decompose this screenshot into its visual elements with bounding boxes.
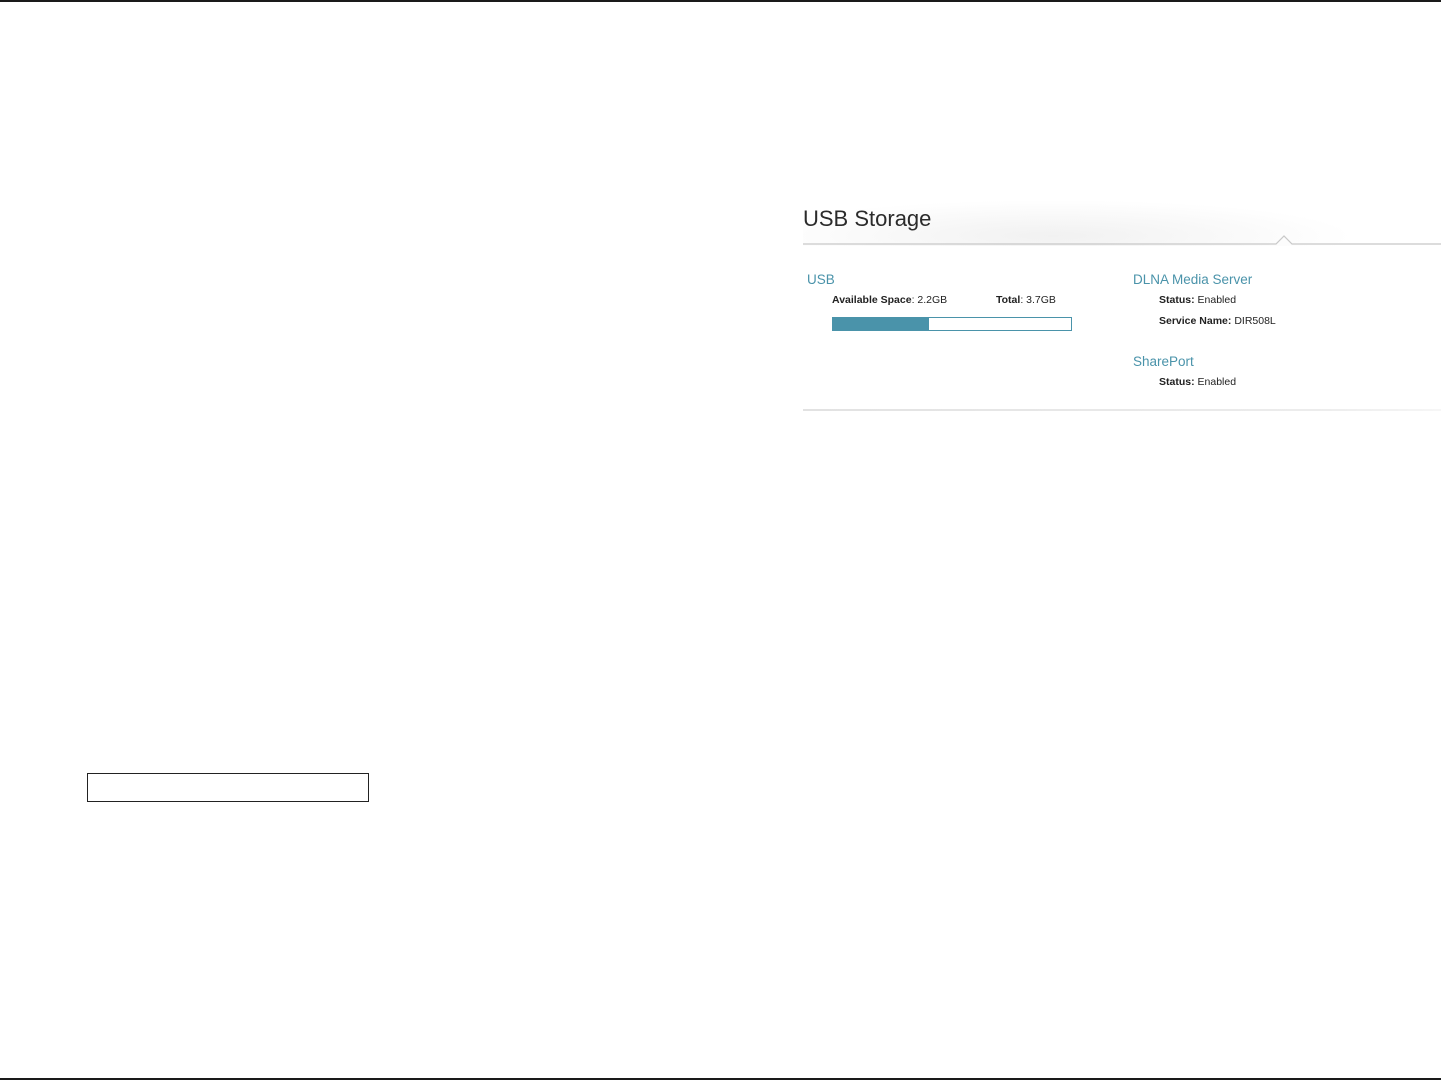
total-field: Total: 3.7GB — [996, 294, 1056, 306]
page-bottom-rule — [0, 1078, 1441, 1080]
dlna-status-field: Status: Enabled — [1159, 294, 1236, 306]
usb-usage-fill — [833, 318, 930, 330]
total-value: 3.7GB — [1026, 294, 1056, 306]
shareport-section-title: SharePort — [1133, 354, 1194, 369]
panel-header: USB Storage — [803, 196, 1441, 246]
shareport-status-value: Enabled — [1197, 376, 1237, 388]
dlna-status-value: Enabled — [1197, 294, 1237, 306]
dlna-section-title: DLNA Media Server — [1133, 272, 1253, 287]
panel-footer-divider — [803, 409, 1441, 411]
dlna-service-name-label: Service Name: — [1159, 315, 1232, 327]
dlna-service-name-value: DIR508L — [1234, 315, 1276, 327]
usb-usage-bar — [832, 317, 1072, 331]
available-space-label: Available Space — [832, 294, 912, 306]
shareport-status-label: Status: — [1159, 376, 1195, 388]
dlna-status-label: Status: — [1159, 294, 1195, 306]
usb-storage-panel: USB Storage USB Available Space: 2.2GB T… — [803, 196, 1441, 416]
available-space-field: Available Space: 2.2GB — [832, 294, 947, 306]
panel-title: USB Storage — [803, 206, 932, 231]
dlna-service-name-field: Service Name: DIR508L — [1159, 315, 1276, 327]
total-label: Total — [996, 294, 1021, 306]
available-space-value: 2.2GB — [917, 294, 948, 306]
empty-label-box — [87, 773, 369, 802]
shareport-status-field: Status: Enabled — [1159, 376, 1236, 388]
header-divider-caret — [803, 235, 1441, 245]
usb-section-title: USB — [807, 272, 835, 287]
page-top-rule — [0, 0, 1441, 2]
